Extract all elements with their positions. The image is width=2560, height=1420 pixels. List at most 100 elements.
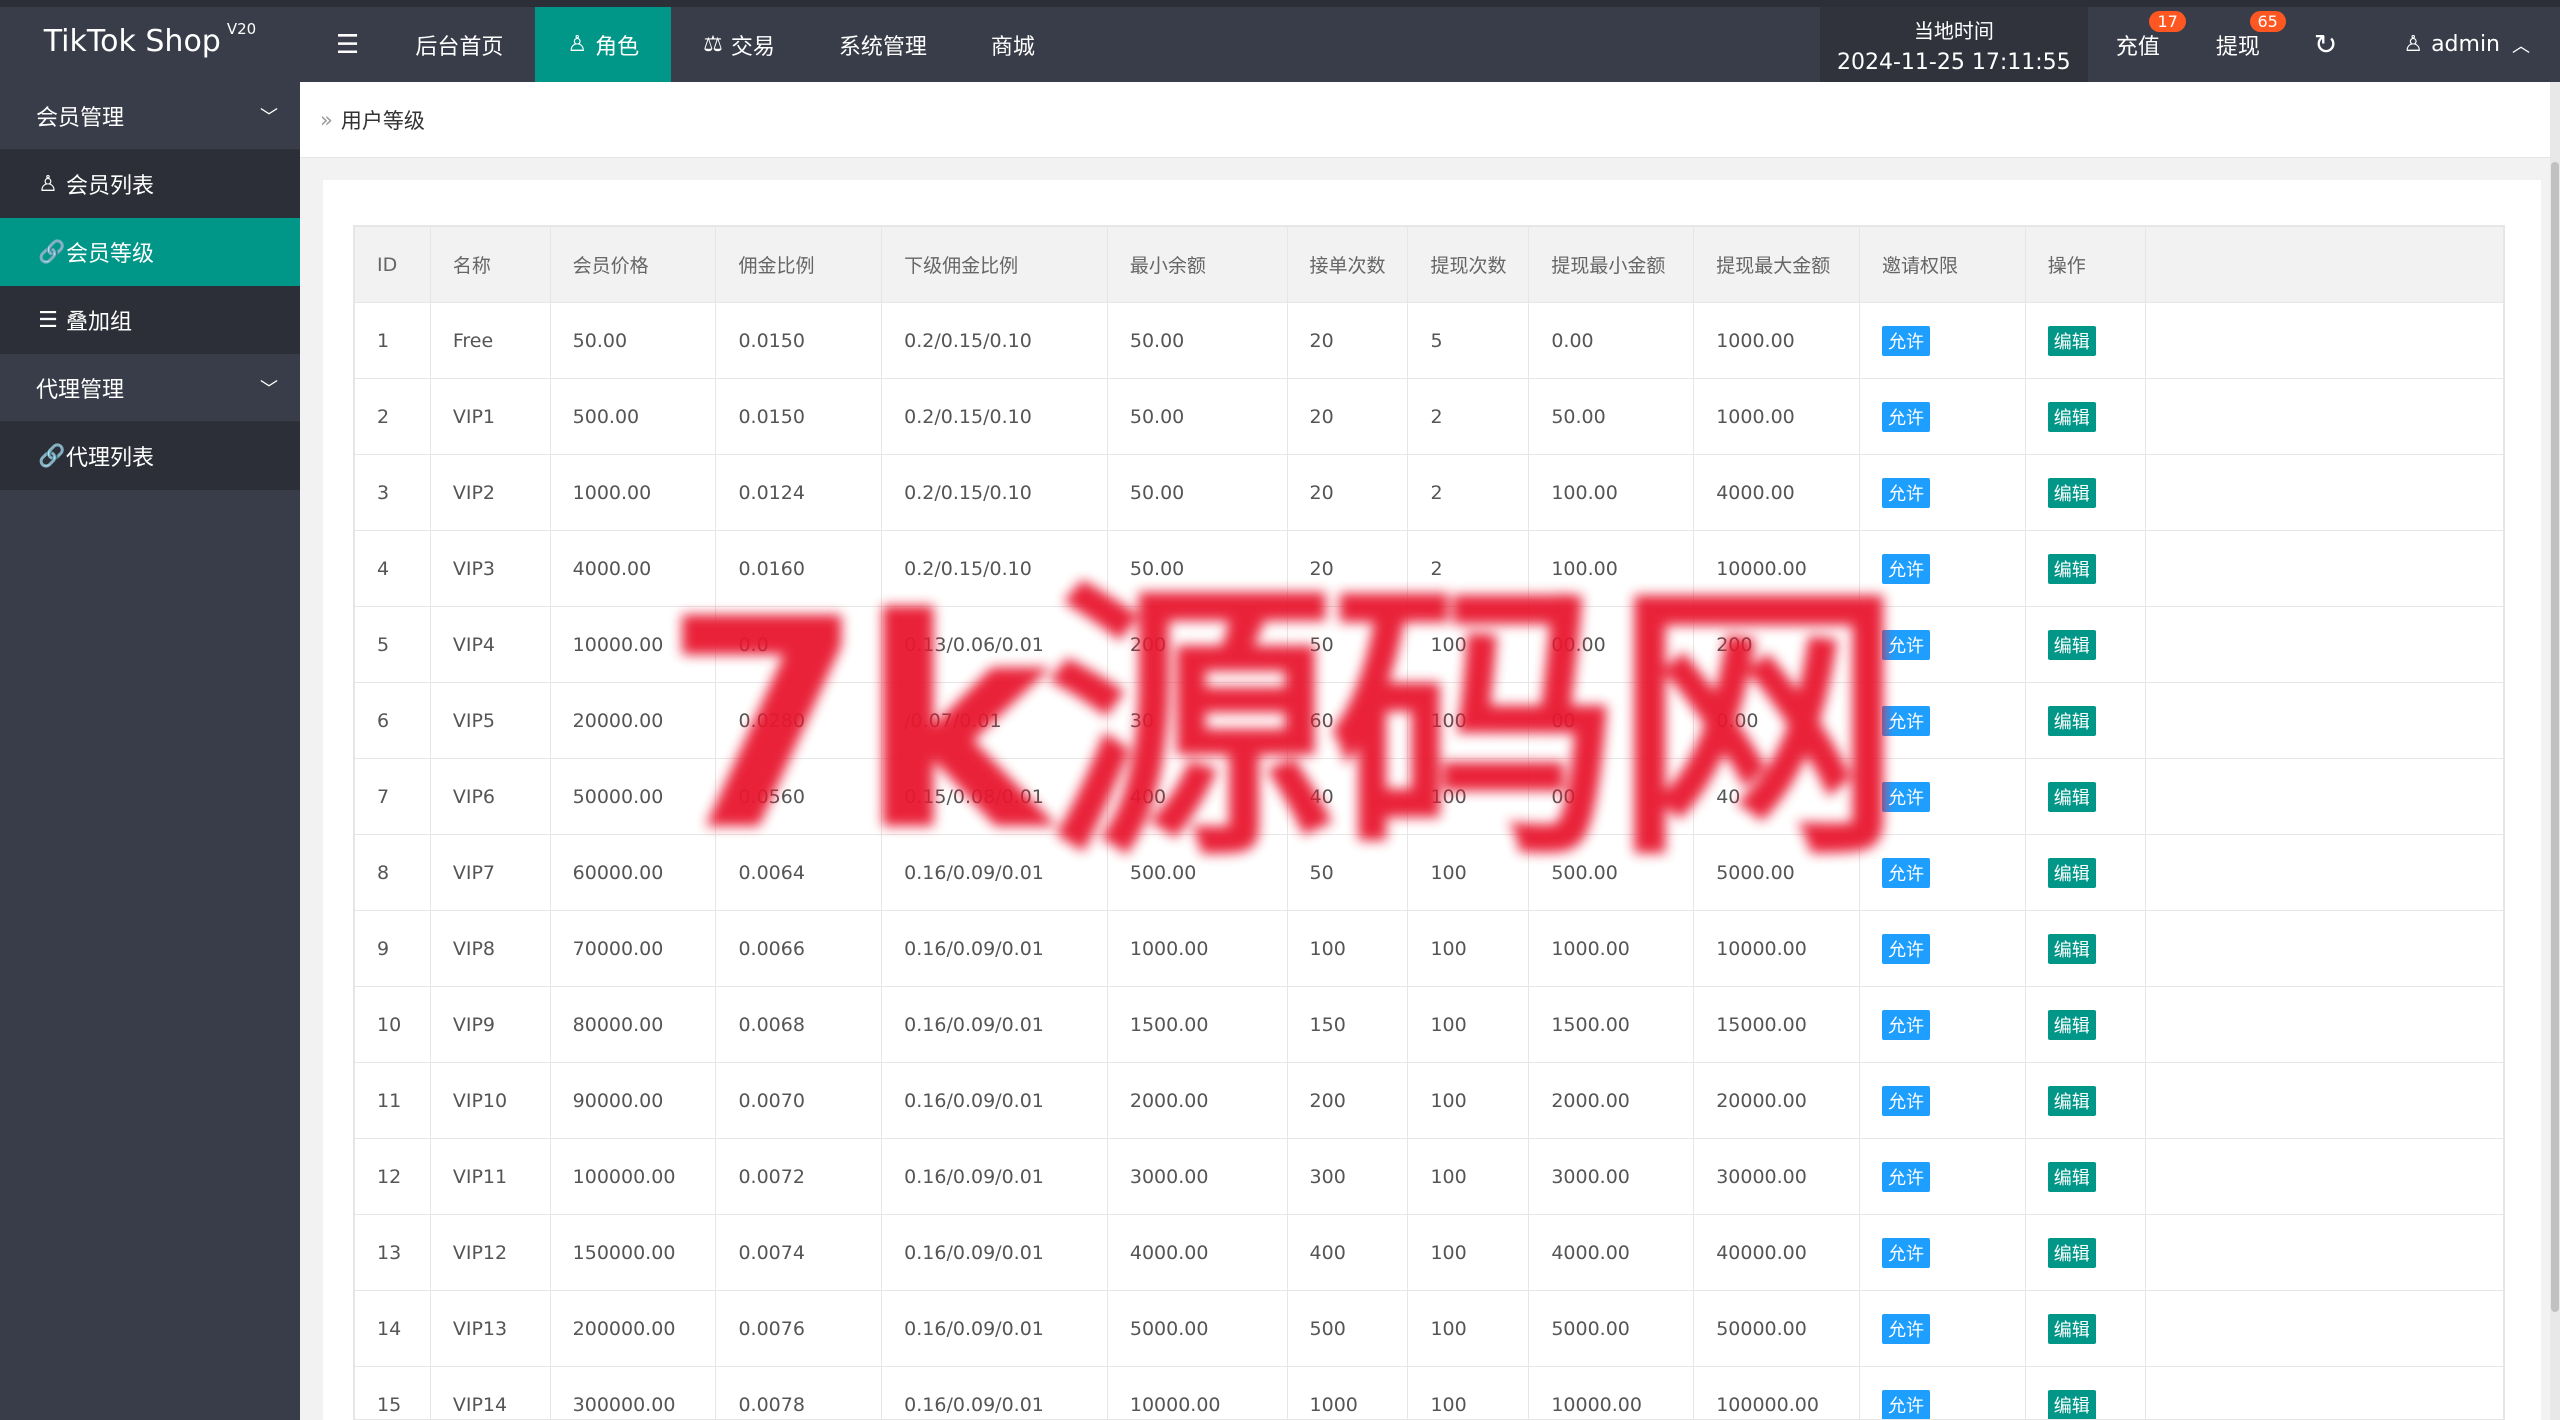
filler-cell xyxy=(2144,378,2504,455)
level-table: ID 名称 会员价格 佣金比例 下级佣金比例 最小余额 接单次数 提现次数 提现最小金额 提现最大… xyxy=(354,226,2504,1419)
nav-tab-mall[interactable]: 商城 xyxy=(959,7,1067,82)
table-cell: 00 xyxy=(1528,682,1695,759)
edit-button[interactable]: 编辑 xyxy=(2047,781,2096,812)
edit-button[interactable]: 编辑 xyxy=(2047,629,2096,660)
invite-permission-cell: 允许 xyxy=(1859,1290,2026,1367)
table-cell: 300000.00 xyxy=(549,1366,717,1419)
table-cell: 0.2/0.15/0.10 xyxy=(881,378,1108,455)
edit-button[interactable]: 编辑 xyxy=(2047,1009,2096,1040)
table-row: 15 VIP14 300000.00 0.0078 0.16/0.09/0.01 1000… xyxy=(354,1366,2504,1419)
vertical-scrollbar[interactable] xyxy=(2550,82,2560,1420)
recharge-button[interactable]: 充值 17 xyxy=(2088,7,2188,82)
sidebar-group-agent[interactable]: 代理管理 ﹀ xyxy=(0,354,300,422)
table-cell: Free xyxy=(429,302,551,379)
allow-badge[interactable]: 允许 xyxy=(1882,933,1931,964)
nav-tab-system[interactable]: 系统管理 xyxy=(807,7,959,82)
column-header: 名称 xyxy=(429,226,551,303)
allow-badge[interactable]: 允许 xyxy=(1882,1009,1931,1040)
local-time-label: 当地时间 xyxy=(1913,18,1994,43)
menu-toggle-icon[interactable]: ☰ xyxy=(312,7,383,82)
withdraw-button[interactable]: 提现 65 xyxy=(2188,7,2288,82)
nav-tab-trade[interactable]: ⚖ 交易 xyxy=(671,7,807,82)
scrollbar-thumb[interactable] xyxy=(2551,162,2559,1312)
nav-tab-label: 交易 xyxy=(730,34,775,60)
invite-permission-cell: 允许 xyxy=(1859,758,2026,835)
filler-cell xyxy=(2144,302,2504,379)
user-menu[interactable]: ♙ admin ︿ xyxy=(2363,7,2560,82)
edit-button[interactable]: 编辑 xyxy=(2047,1161,2096,1192)
table-cell: 500 xyxy=(1286,1290,1409,1367)
chevron-down-icon: ﹀ xyxy=(260,106,278,128)
app-logo[interactable]: TikTok Shop V20 xyxy=(0,0,300,82)
filler-cell xyxy=(2144,454,2504,531)
edit-button[interactable]: 编辑 xyxy=(2047,401,2096,432)
filler-cell xyxy=(2144,682,2504,759)
sidebar-item-stack-group[interactable]: ☰ 叠加组 xyxy=(0,286,300,354)
allow-badge[interactable]: 允许 xyxy=(1882,477,1931,508)
content-panel: ID 名称 会员价格 佣金比例 下级佣金比例 最小余额 接单次数 提现次数 提现最小金额 提现最大… xyxy=(323,180,2541,1420)
table-cell: /0.07/0.01 xyxy=(881,682,1108,759)
breadcrumb: » 用户等级 xyxy=(300,82,2555,158)
edit-button[interactable]: 编辑 xyxy=(2047,1389,2096,1419)
table-cell: 4000.00 xyxy=(1106,1214,1288,1291)
allow-badge[interactable]: 允许 xyxy=(1882,705,1931,736)
table-header-row: ID 名称 会员价格 佣金比例 下级佣金比例 最小余额 接单次数 提现次数 提现最小金额 提现最大… xyxy=(354,226,2504,303)
filler-cell xyxy=(2144,758,2504,835)
allow-badge[interactable]: 允许 xyxy=(1882,1085,1931,1116)
table-cell: 4000.00 xyxy=(1693,454,1861,531)
sidebar-item-member-list[interactable]: ♙ 会员列表 xyxy=(0,150,300,218)
table-cell: VIP9 xyxy=(429,986,551,1063)
table-cell: 100 xyxy=(1407,1138,1530,1215)
allow-badge[interactable]: 允许 xyxy=(1882,857,1931,888)
table-cell: 40 xyxy=(1286,758,1409,835)
table-cell: 40 xyxy=(1693,758,1861,835)
allow-badge[interactable]: 允许 xyxy=(1882,553,1931,584)
edit-button[interactable]: 编辑 xyxy=(2047,857,2096,888)
table-cell: 0.0072 xyxy=(715,1138,883,1215)
table-cell: 50.00 xyxy=(1528,378,1695,455)
table-cell: 6 xyxy=(354,682,431,759)
column-filler xyxy=(2144,226,2504,303)
edit-button[interactable]: 编辑 xyxy=(2047,477,2096,508)
nav-tab-role[interactable]: ♙ 角色 xyxy=(535,7,672,82)
action-cell: 编辑 xyxy=(2024,910,2146,987)
table-cell: 4 xyxy=(354,530,431,607)
edit-button[interactable]: 编辑 xyxy=(2047,1313,2096,1344)
table-cell: 12 xyxy=(354,1138,431,1215)
table-cell: 100 xyxy=(1407,986,1530,1063)
table-cell: 0.0064 xyxy=(715,834,883,911)
table-cell: 100 xyxy=(1407,682,1530,759)
edit-button[interactable]: 编辑 xyxy=(2047,1237,2096,1268)
edit-button[interactable]: 编辑 xyxy=(2047,1085,2096,1116)
allow-badge[interactable]: 允许 xyxy=(1882,1237,1931,1268)
refresh-icon[interactable]: ↻ xyxy=(2288,7,2363,82)
allow-badge[interactable]: 允许 xyxy=(1882,629,1931,660)
table-cell: 500.00 xyxy=(1106,834,1288,911)
allow-badge[interactable]: 允许 xyxy=(1882,401,1931,432)
table-cell: 90000.00 xyxy=(549,1062,717,1139)
list-icon: ☰ xyxy=(38,307,58,333)
allow-badge[interactable]: 允许 xyxy=(1882,1389,1931,1419)
table-row: 5 VIP4 10000.00 0.0 0.13/0.06/0.01 200 50 100 00… xyxy=(354,606,2504,683)
nav-tab-dashboard[interactable]: 后台首页 xyxy=(383,7,535,82)
table-cell: 70000.00 xyxy=(549,910,717,987)
allow-badge[interactable]: 允许 xyxy=(1882,781,1931,812)
edit-button[interactable]: 编辑 xyxy=(2047,553,2096,584)
table-cell: 0.0 xyxy=(715,606,883,683)
sidebar-item-member-level[interactable]: 🔗 会员等级 xyxy=(0,218,300,286)
edit-button[interactable]: 编辑 xyxy=(2047,933,2096,964)
chevron-up-icon: ︿ xyxy=(2512,35,2530,57)
sidebar-item-agent-list[interactable]: 🔗 代理列表 xyxy=(0,422,300,490)
sidebar-group-member[interactable]: 会员管理 ﹀ xyxy=(0,82,300,150)
table-cell: 30 xyxy=(1106,682,1288,759)
edit-button[interactable]: 编辑 xyxy=(2047,705,2096,736)
local-time-value: 2024-11-25 17:11:55 xyxy=(1837,49,2071,75)
table-row: 14 VIP13 200000.00 0.0076 0.16/0.09/0.01 5000… xyxy=(354,1290,2504,1367)
allow-badge[interactable]: 允许 xyxy=(1882,1313,1931,1344)
column-header: 佣金比例 xyxy=(715,226,883,303)
edit-button[interactable]: 编辑 xyxy=(2047,325,2096,356)
allow-badge[interactable]: 允许 xyxy=(1882,1161,1931,1192)
table-cell: 2 xyxy=(354,378,431,455)
column-header: 接单次数 xyxy=(1286,226,1409,303)
allow-badge[interactable]: 允许 xyxy=(1882,325,1931,356)
